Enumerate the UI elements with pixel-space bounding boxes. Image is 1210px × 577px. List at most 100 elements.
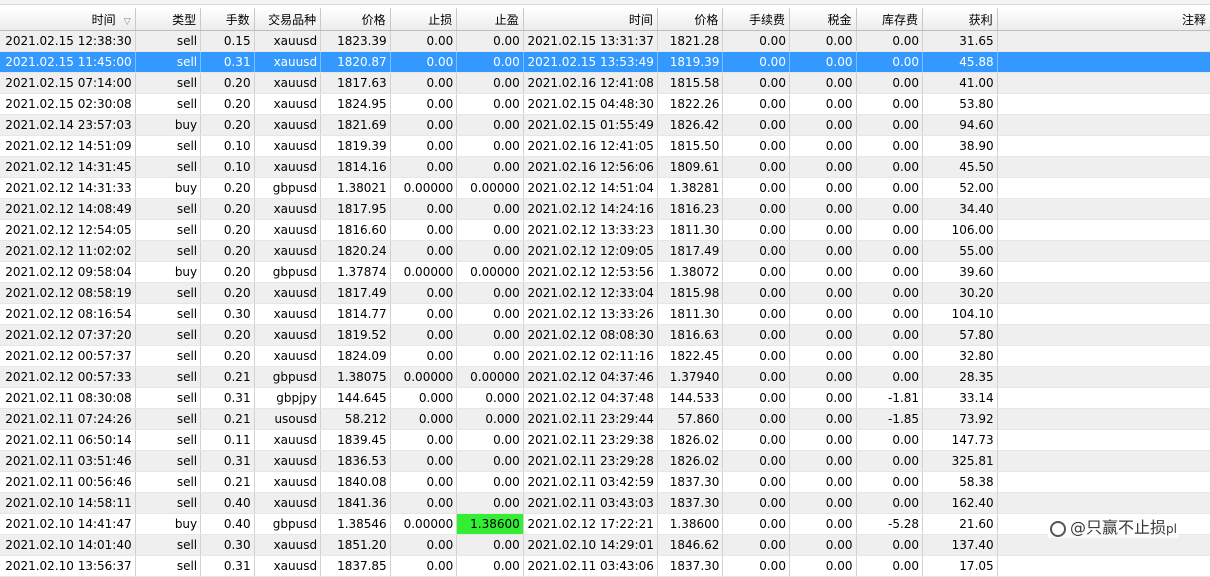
close-price-cell: 144.533 <box>657 387 724 409</box>
table-row[interactable]: 2021.02.10 13:56:37 sell 0.31 xauusd 1837.85… <box>0 555 1210 577</box>
table-row[interactable]: 2021.02.11 08:30:08 sell 0.31 gbpjpy 144.645… <box>0 387 1210 409</box>
commission-cell: 0.00 <box>722 198 790 220</box>
commission-cell: 0.00 <box>722 513 790 535</box>
table-row[interactable]: 2021.02.12 14:31:45 sell 0.10 xauusd 1814.16… <box>0 156 1210 178</box>
comment-cell <box>997 492 1210 514</box>
comment-cell <box>997 30 1210 52</box>
symbol-cell: gbpusd <box>254 177 322 199</box>
table-row[interactable]: 2021.02.12 14:31:33 buy 0.20 gbpusd 1.38021 0… <box>0 177 1210 199</box>
open-price-cell: 1824.95 <box>320 93 391 115</box>
table-row[interactable]: 2021.02.15 07:14:00 sell 0.20 xauusd 1817.63… <box>0 72 1210 94</box>
commission-cell: 0.00 <box>722 303 790 325</box>
close-price-cell: 1816.63 <box>657 324 724 346</box>
close-time-cell: 2021.02.12 13:33:26 <box>523 303 658 325</box>
header-swap[interactable]: 库存费 <box>856 8 924 31</box>
table-row[interactable]: 2021.02.10 14:58:11 sell 0.40 xauusd 1841.36… <box>0 492 1210 514</box>
open-price-cell: 1823.39 <box>320 30 391 52</box>
open-price-cell: 58.212 <box>320 408 391 430</box>
type-cell: sell <box>135 156 202 178</box>
profit-cell: 28.35 <box>922 366 998 388</box>
table-row[interactable]: 2021.02.12 14:08:49 sell 0.20 xauusd 1817.95… <box>0 198 1210 220</box>
table-row[interactable]: 2021.02.15 11:45:00 sell 0.31 xauusd 1820.87… <box>0 51 1210 73</box>
table-row[interactable]: 2021.02.15 02:30:08 sell 0.20 xauusd 1824.95… <box>0 93 1210 115</box>
stop-loss-cell: 0.000 <box>390 387 458 409</box>
header-take-profit[interactable]: 止盈 <box>456 8 524 31</box>
swap-cell: 0.00 <box>856 30 924 52</box>
open-price-cell: 1839.45 <box>320 429 391 451</box>
open-time-cell: 2021.02.11 03:51:46 <box>0 450 136 472</box>
header-taxes[interactable]: 税金 <box>789 8 857 31</box>
swap-cell: 0.00 <box>856 492 924 514</box>
header-comment[interactable]: 注释 <box>997 8 1210 31</box>
header-open-price[interactable]: 价格 <box>320 8 391 31</box>
header-symbol[interactable]: 交易品种 <box>254 8 322 31</box>
commission-cell: 0.00 <box>722 72 790 94</box>
open-time-cell: 2021.02.10 14:41:47 <box>0 513 136 535</box>
open-price-cell: 1841.36 <box>320 492 391 514</box>
commission-cell: 0.00 <box>722 366 790 388</box>
table-row[interactable]: 2021.02.10 14:01:40 sell 0.30 xauusd 1851.20… <box>0 534 1210 556</box>
stop-loss-cell: 0.00000 <box>390 261 458 283</box>
table-row[interactable]: 2021.02.14 23:57:03 buy 0.20 xauusd 1821.69 0… <box>0 114 1210 136</box>
table-row[interactable]: 2021.02.12 00:57:33 sell 0.21 gbpusd 1.38075… <box>0 366 1210 388</box>
close-time-cell: 2021.02.12 12:33:04 <box>523 282 658 304</box>
take-profit-cell: 0.00 <box>456 135 524 157</box>
header-stop-loss[interactable]: 止损 <box>390 8 458 31</box>
table-row[interactable]: 2021.02.12 14:51:09 sell 0.10 xauusd 1819.39… <box>0 135 1210 157</box>
table-row[interactable]: 2021.02.12 11:02:02 sell 0.20 xauusd 1820.24… <box>0 240 1210 262</box>
table-row[interactable]: 2021.02.12 09:58:04 buy 0.20 gbpusd 1.37874 0… <box>0 261 1210 283</box>
open-price-cell: 1814.77 <box>320 303 391 325</box>
open-price-cell: 1824.09 <box>320 345 391 367</box>
type-cell: sell <box>135 555 202 577</box>
comment-cell <box>997 219 1210 241</box>
table-row[interactable]: 2021.02.11 06:50:14 sell 0.11 xauusd 1839.45… <box>0 429 1210 451</box>
table-row[interactable]: 2021.02.12 08:58:19 sell 0.20 xauusd 1817.49… <box>0 282 1210 304</box>
header-volume[interactable]: 手数 <box>200 8 255 31</box>
swap-cell: 0.00 <box>856 471 924 493</box>
header-profit[interactable]: 获利 <box>922 8 998 31</box>
volume-cell: 0.30 <box>200 303 255 325</box>
commission-cell: 0.00 <box>722 114 790 136</box>
comment-cell <box>997 450 1210 472</box>
header-close-time[interactable]: 时间 <box>523 8 658 31</box>
header-open-time[interactable]: 时间 ▽ <box>0 8 136 31</box>
swap-cell: 0.00 <box>856 324 924 346</box>
watermark-text: @只赢不止损 <box>1070 518 1167 537</box>
table-row[interactable]: 2021.02.12 12:54:05 sell 0.20 xauusd 1816.60… <box>0 219 1210 241</box>
swap-cell: 0.00 <box>856 555 924 577</box>
table-row[interactable]: 2021.02.12 07:37:20 sell 0.20 xauusd 1819.52… <box>0 324 1210 346</box>
header-type[interactable]: 类型 <box>135 8 202 31</box>
close-time-cell: 2021.02.12 14:24:16 <box>523 198 658 220</box>
volume-cell: 0.40 <box>200 513 255 535</box>
header-close-price[interactable]: 价格 <box>657 8 724 31</box>
comment-cell <box>997 471 1210 493</box>
close-time-cell: 2021.02.12 02:11:16 <box>523 345 658 367</box>
profit-cell: 58.38 <box>922 471 998 493</box>
table-row[interactable]: 2021.02.12 00:57:37 sell 0.20 xauusd 1824.09… <box>0 345 1210 367</box>
volume-cell: 0.20 <box>200 324 255 346</box>
close-time-cell: 2021.02.11 03:43:06 <box>523 555 658 577</box>
symbol-cell: xauusd <box>254 429 322 451</box>
volume-cell: 0.20 <box>200 93 255 115</box>
type-cell: sell <box>135 450 202 472</box>
taxes-cell: 0.00 <box>789 51 857 73</box>
take-profit-cell: 0.00000 <box>456 366 524 388</box>
open-price-cell: 1819.39 <box>320 135 391 157</box>
table-row[interactable]: 2021.02.11 07:24:26 sell 0.21 usousd 58.212 0… <box>0 408 1210 430</box>
take-profit-cell: 0.00 <box>456 345 524 367</box>
table-row[interactable]: 2021.02.15 12:38:30 sell 0.15 xauusd 1823.39… <box>0 30 1210 52</box>
symbol-cell: xauusd <box>254 114 322 136</box>
swap-cell: 0.00 <box>856 534 924 556</box>
taxes-cell: 0.00 <box>789 198 857 220</box>
close-price-cell: 1817.49 <box>657 240 724 262</box>
volume-cell: 0.20 <box>200 282 255 304</box>
table-row[interactable]: 2021.02.10 14:41:47 buy 0.40 gbpusd 1.38546 0… <box>0 513 1210 535</box>
table-row[interactable]: 2021.02.11 03:51:46 sell 0.31 xauusd 1836.53… <box>0 450 1210 472</box>
close-time-cell: 2021.02.11 23:29:38 <box>523 429 658 451</box>
table-row[interactable]: 2021.02.11 00:56:46 sell 0.21 xauusd 1840.08… <box>0 471 1210 493</box>
header-commission[interactable]: 手续费 <box>722 8 790 31</box>
profit-cell: 104.10 <box>922 303 998 325</box>
table-row[interactable]: 2021.02.12 08:16:54 sell 0.30 xauusd 1814.77… <box>0 303 1210 325</box>
volume-cell: 0.20 <box>200 261 255 283</box>
open-time-cell: 2021.02.10 14:01:40 <box>0 534 136 556</box>
